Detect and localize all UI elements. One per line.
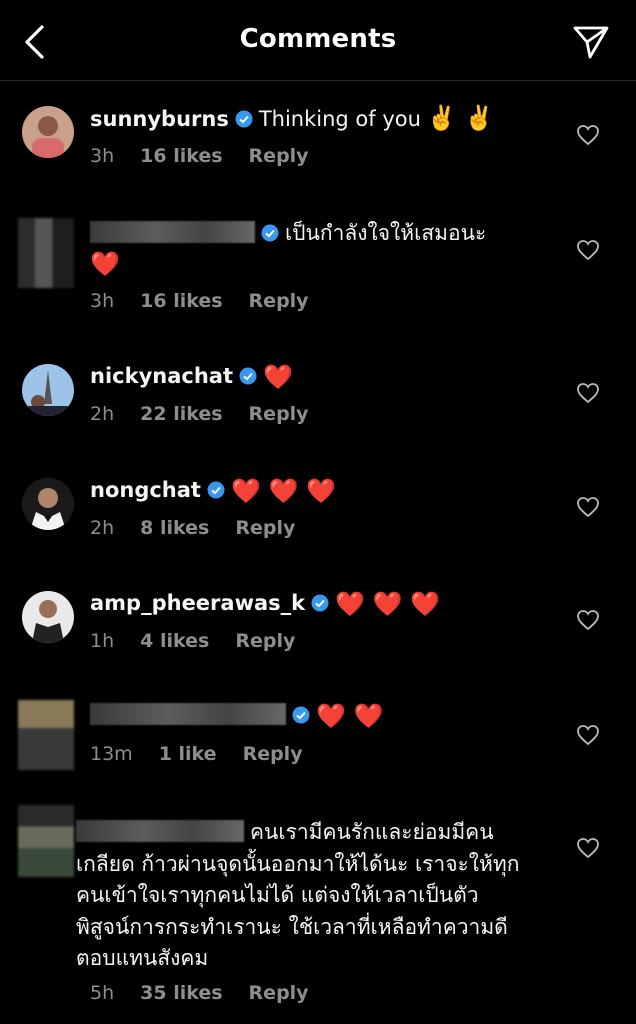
likes-count[interactable]: 1 like xyxy=(159,743,217,765)
reply-button[interactable]: Reply xyxy=(249,982,309,1004)
comment-body: เป็นกำลังใจให้เสมอนะ xyxy=(285,221,487,245)
reply-button[interactable]: Reply xyxy=(235,630,295,652)
verified-badge-icon xyxy=(235,110,253,128)
redacted-username xyxy=(76,820,244,842)
comment-body: Thinking of you xyxy=(258,107,421,131)
verified-badge-icon xyxy=(292,706,310,724)
comment-item: เป็นกำลังใจให้เสมอนะ ❤️ 3h 16 likes Reply xyxy=(0,218,636,328)
comment-item: nongchat ❤️ ❤️ ❤️ 2h 8 likes Reply xyxy=(0,475,636,555)
likes-count[interactable]: 4 likes xyxy=(140,630,209,652)
heart-outline-icon[interactable] xyxy=(576,609,600,631)
timestamp: 13m xyxy=(90,743,133,765)
top-bar: Comments xyxy=(0,0,636,81)
timestamp: 2h xyxy=(90,517,115,539)
paper-plane-icon[interactable] xyxy=(572,24,610,60)
comment-meta: 2h 22 likes Reply xyxy=(90,403,335,425)
redacted-username xyxy=(90,221,255,243)
emoji: ❤️ ❤️ ❤️ xyxy=(230,477,336,505)
comment-meta: 1h 4 likes Reply xyxy=(90,630,321,652)
reply-button[interactable]: Reply xyxy=(249,290,309,312)
comment-text: เป็นกำลังใจให้เสมอนะ ❤️ xyxy=(90,218,560,278)
verified-badge-icon xyxy=(261,224,279,242)
comment-meta: 13m 1 like Reply xyxy=(90,743,329,765)
emoji: ❤️ ❤️ xyxy=(316,702,384,730)
comment-body: คนเรามีคนรักและย่อมมีคน เกลียด ก้าวผ่านจ… xyxy=(76,820,520,970)
heart-outline-icon[interactable] xyxy=(576,382,600,404)
verified-badge-icon xyxy=(311,594,329,612)
likes-count[interactable]: 35 likes xyxy=(140,982,222,1004)
comment-item: คนเรามีคนรักและย่อมมีคน เกลียด ก้าวผ่านจ… xyxy=(0,805,636,1017)
emoji: ✌️ ✌️ xyxy=(426,104,495,132)
comment-meta: 3h 16 likes Reply xyxy=(90,290,335,312)
timestamp: 3h xyxy=(90,145,115,167)
timestamp: 3h xyxy=(90,290,115,312)
emoji: ❤️ xyxy=(90,250,120,278)
username[interactable]: nickynachat xyxy=(90,364,233,388)
username[interactable]: amp_pheerawas_k xyxy=(90,591,305,615)
page-title: Comments xyxy=(239,24,397,54)
emoji: ❤️ ❤️ ❤️ xyxy=(335,590,441,618)
avatar[interactable] xyxy=(22,478,74,530)
comment-text: sunnyburns Thinking of you ✌️ ✌️ xyxy=(90,103,560,134)
avatar[interactable] xyxy=(18,700,74,770)
reply-button[interactable]: Reply xyxy=(243,743,303,765)
heart-outline-icon[interactable] xyxy=(576,724,600,746)
likes-count[interactable]: 16 likes xyxy=(140,290,222,312)
verified-badge-icon xyxy=(239,367,257,385)
timestamp: 5h xyxy=(90,982,115,1004)
verified-badge-icon xyxy=(207,481,225,499)
comment-item: amp_pheerawas_k ❤️ ❤️ ❤️ 1h 4 likes Reply xyxy=(0,588,636,668)
likes-count[interactable]: 8 likes xyxy=(140,517,209,539)
avatar[interactable] xyxy=(22,106,74,158)
heart-outline-icon[interactable] xyxy=(576,124,600,146)
comment-text: คนเรามีคนรักและย่อมมีคน เกลียด ก้าวผ่านจ… xyxy=(76,817,526,975)
reply-button[interactable]: Reply xyxy=(249,145,309,167)
comment-meta: 5h 35 likes Reply xyxy=(90,982,335,1004)
heart-outline-icon[interactable] xyxy=(576,837,600,859)
timestamp: 2h xyxy=(90,403,115,425)
likes-count[interactable]: 16 likes xyxy=(140,145,222,167)
likes-count[interactable]: 22 likes xyxy=(140,403,222,425)
redacted-username xyxy=(90,703,286,725)
avatar[interactable] xyxy=(18,218,74,288)
comment-item: nickynachat ❤️ 2h 22 likes Reply xyxy=(0,361,636,441)
reply-button[interactable]: Reply xyxy=(249,403,309,425)
avatar[interactable] xyxy=(22,364,74,416)
comment-text: ❤️ ❤️ xyxy=(90,700,560,730)
comment-text: nongchat ❤️ ❤️ ❤️ xyxy=(90,475,560,505)
username[interactable]: sunnyburns xyxy=(90,107,229,131)
comment-meta: 3h 16 likes Reply xyxy=(90,145,335,167)
heart-outline-icon[interactable] xyxy=(576,239,600,261)
timestamp: 1h xyxy=(90,630,115,652)
comment-item: sunnyburns Thinking of you ✌️ ✌️ 3h 16 like… xyxy=(0,103,636,203)
avatar[interactable] xyxy=(22,591,74,643)
username[interactable]: nongchat xyxy=(90,478,201,502)
avatar[interactable] xyxy=(18,805,74,877)
emoji: ❤️ xyxy=(262,363,293,391)
comment-text: amp_pheerawas_k ❤️ ❤️ ❤️ xyxy=(90,588,560,618)
heart-outline-icon[interactable] xyxy=(576,496,600,518)
comment-meta: 2h 8 likes Reply xyxy=(90,517,321,539)
comment-item: ❤️ ❤️ 13m 1 like Reply xyxy=(0,700,636,780)
reply-button[interactable]: Reply xyxy=(235,517,295,539)
comment-text: nickynachat ❤️ xyxy=(90,361,560,391)
